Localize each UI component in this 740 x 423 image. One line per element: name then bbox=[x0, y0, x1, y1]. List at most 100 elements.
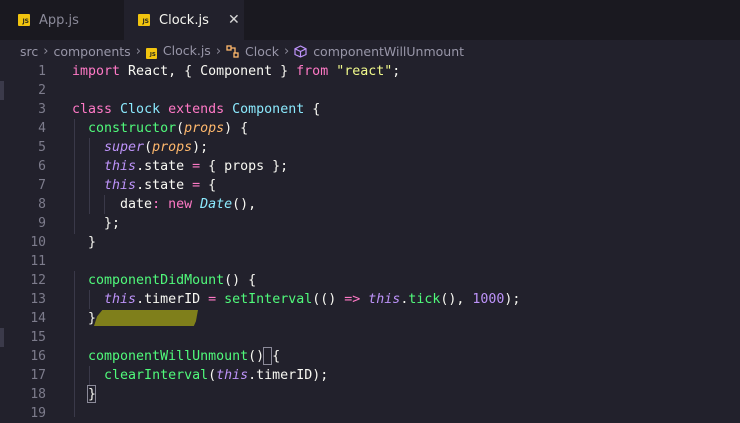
line-number: 4 bbox=[38, 121, 46, 136]
code-token: this bbox=[104, 292, 137, 307]
code-token: ) { bbox=[224, 121, 249, 136]
line-number: 17 bbox=[30, 368, 46, 383]
code-text: }; bbox=[72, 214, 120, 233]
matching-bracket-highlight bbox=[263, 347, 272, 365]
code-token: (() bbox=[312, 292, 345, 307]
code-token: componentDidMount bbox=[88, 273, 225, 288]
chevron-right-icon: › bbox=[135, 43, 141, 59]
code-text: this.state = { bbox=[72, 176, 216, 195]
breadcrumb-method-label: componentWillUnmount bbox=[313, 43, 465, 59]
code-token: props bbox=[184, 121, 225, 136]
code-token: props bbox=[152, 140, 193, 155]
breadcrumb-item-components[interactable]: components bbox=[53, 44, 130, 59]
code-line[interactable]: 17 clearInterval(this.timerID); bbox=[0, 366, 740, 385]
code-token: from bbox=[296, 64, 329, 79]
code-token: class bbox=[72, 102, 113, 117]
code-token: } bbox=[72, 235, 97, 250]
code-line[interactable]: 1 import React, { Component } from "react… bbox=[0, 62, 740, 81]
line-number: 15 bbox=[30, 330, 46, 345]
line-number: 3 bbox=[38, 102, 46, 117]
code-token: ( bbox=[144, 140, 153, 155]
code-line[interactable]: 12 componentDidMount() { bbox=[0, 271, 740, 290]
line-number: 6 bbox=[38, 159, 46, 174]
code-line[interactable]: 5 super(props); bbox=[0, 138, 740, 157]
breadcrumb-file-label: Clock.js bbox=[162, 43, 211, 58]
code-token: ); bbox=[504, 292, 521, 307]
line-number: 2 bbox=[38, 83, 46, 98]
code-line[interactable]: 4 constructor(props) { bbox=[0, 119, 740, 138]
code-token: super bbox=[104, 140, 145, 155]
js-file-icon: JS bbox=[18, 14, 30, 26]
breadcrumb-item-method[interactable]: componentWillUnmount bbox=[294, 44, 464, 59]
code-line[interactable]: 18 } bbox=[0, 385, 740, 404]
close-icon[interactable]: ✕ bbox=[227, 12, 241, 28]
code-token: constructor bbox=[88, 121, 177, 136]
code-token: setInterval bbox=[224, 292, 313, 307]
code-token: this bbox=[104, 178, 137, 193]
code-text: } bbox=[72, 233, 96, 252]
breadcrumb-item-src[interactable]: src bbox=[20, 44, 38, 59]
tab-clock-js[interactable]: JS Clock.js ✕ bbox=[124, 0, 244, 40]
code-line[interactable]: 11 bbox=[0, 252, 740, 271]
code-token: { props }; bbox=[200, 159, 289, 174]
breadcrumb-item-file[interactable]: JS Clock.js bbox=[145, 43, 211, 59]
breadcrumb-item-class[interactable]: Clock bbox=[226, 44, 279, 59]
line-number: 7 bbox=[38, 178, 46, 193]
code-line[interactable]: 8 date: new Date(), bbox=[0, 195, 740, 214]
code-token: = bbox=[208, 292, 217, 307]
code-token: componentWillUnmount bbox=[88, 349, 249, 364]
line-number: 8 bbox=[38, 197, 46, 212]
code-token: Component bbox=[232, 102, 305, 117]
code-token: this bbox=[216, 368, 249, 383]
code-text: import React, { Component } from "react"… bbox=[72, 62, 400, 81]
code-token: date bbox=[72, 197, 153, 212]
code-token: : bbox=[152, 197, 161, 212]
code-text: super(props); bbox=[72, 138, 208, 157]
matching-bracket-highlight bbox=[87, 385, 96, 403]
line-number: 11 bbox=[30, 254, 46, 269]
tab-app-js[interactable]: JS App.js bbox=[0, 0, 124, 40]
code-text: constructor(props) { bbox=[72, 119, 248, 138]
js-file-icon: JS bbox=[145, 48, 157, 59]
code-line[interactable]: 15 bbox=[0, 328, 740, 347]
code-line[interactable]: 10 } bbox=[0, 233, 740, 252]
code-line[interactable]: 6 this.state = { props }; bbox=[0, 157, 740, 176]
code-text: componentDidMount() { bbox=[72, 271, 256, 290]
code-token: ); bbox=[192, 140, 209, 155]
code-line[interactable]: 16 componentWillUnmount() { bbox=[0, 347, 740, 366]
code-token: import bbox=[72, 64, 121, 79]
code-token: { bbox=[304, 102, 321, 117]
code-text: class Clock extends Component { bbox=[72, 100, 320, 119]
code-line[interactable]: 7 this.state = { bbox=[0, 176, 740, 195]
code-line[interactable]: 13 this.timerID = setInterval(() => this… bbox=[0, 290, 740, 309]
code-text: clearInterval(this.timerID); bbox=[72, 366, 328, 385]
code-token: (), bbox=[440, 292, 473, 307]
code-token: ; bbox=[392, 64, 401, 79]
code-editor[interactable]: 1 import React, { Component } from "react… bbox=[0, 62, 740, 421]
code-token: "react" bbox=[336, 64, 393, 79]
code-line[interactable]: 19 bbox=[0, 404, 740, 423]
code-token: ( bbox=[208, 368, 217, 383]
code-line[interactable]: 9 }; bbox=[0, 214, 740, 233]
editor-tab-bar: JS App.js JS Clock.js ✕ bbox=[0, 0, 740, 40]
code-token: new bbox=[168, 197, 193, 212]
line-number: 19 bbox=[30, 406, 46, 421]
line-number: 1 bbox=[38, 64, 46, 79]
code-token: this bbox=[368, 292, 401, 307]
code-token: = bbox=[192, 178, 201, 193]
code-line[interactable]: 2 bbox=[0, 81, 740, 100]
code-token: => bbox=[344, 292, 361, 307]
code-line[interactable]: 3 class Clock extends Component { bbox=[0, 100, 740, 119]
code-token: clearInterval bbox=[104, 368, 209, 383]
code-token: tick bbox=[408, 292, 441, 307]
line-number: 5 bbox=[38, 140, 46, 155]
